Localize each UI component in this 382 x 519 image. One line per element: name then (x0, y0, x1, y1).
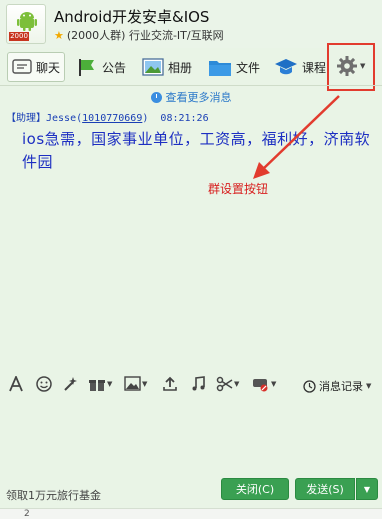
history-clock-icon (303, 379, 316, 393)
chat-icon (12, 59, 32, 74)
message-time: 08:21:26 (160, 113, 209, 124)
emoji-icon[interactable] (36, 376, 52, 392)
group-avatar[interactable]: 2000 (6, 4, 46, 44)
promo-link[interactable]: 领取1万元旅行基金 (6, 487, 101, 503)
tab-album[interactable]: 相册 (142, 52, 192, 82)
tab-album-label: 相册 (168, 60, 193, 75)
sender-role: 【助理】 (6, 113, 46, 124)
divider (0, 85, 382, 86)
image-dropdown-icon[interactable]: ▼ (142, 380, 147, 388)
send-options-button[interactable]: ▼ (356, 478, 378, 500)
shake-icon[interactable]: ▼ (252, 376, 276, 392)
tab-files[interactable]: 文件 (208, 52, 260, 82)
annotation-label: 群设置按钮 (208, 182, 269, 196)
album-icon (142, 58, 164, 76)
message-history-label: 消息记录 (319, 380, 363, 393)
font-icon[interactable] (8, 376, 24, 392)
image-icon[interactable]: ▼ (124, 376, 147, 391)
tab-course-label: 课程 (302, 60, 327, 75)
android-robot-icon (17, 12, 37, 31)
group-name[interactable]: Android开发安卓&IOS (54, 6, 209, 27)
shake-dropdown-icon[interactable]: ▼ (271, 380, 276, 388)
gift-icon[interactable]: ▼ (88, 376, 112, 392)
tab-files-label: 文件 (236, 60, 261, 75)
sender-name[interactable]: Jesse (46, 113, 76, 124)
sender-qq-link[interactable]: 1010770669 (82, 113, 142, 124)
group-chat-window: 2000 Android开发安卓&IOS ★ (2000人群) 行业交流-IT/… (0, 0, 382, 519)
avatar-badge: 2000 (9, 32, 29, 41)
clock-icon (150, 91, 162, 103)
magic-icon[interactable] (62, 376, 78, 392)
send-button[interactable]: 发送(S) (295, 478, 355, 500)
folder-icon (209, 61, 231, 76)
close-button[interactable]: 关闭(C) (221, 478, 289, 500)
course-icon (275, 59, 297, 75)
group-meta-text: (2000人群) 行业交流-IT/互联网 (66, 29, 224, 42)
announcement-icon (79, 59, 94, 76)
window-header: 2000 Android开发安卓&IOS ★ (2000人群) 行业交流-IT/… (0, 0, 382, 48)
gift-dropdown-icon[interactable]: ▼ (107, 380, 112, 388)
gear-icon (337, 56, 357, 76)
view-more-messages-label: 查看更多消息 (165, 91, 232, 104)
tab-announcement-label: 公告 (102, 60, 127, 75)
tab-bar: 聊天 公告 相册 文件 课程 (0, 50, 382, 84)
music-icon[interactable] (190, 376, 206, 392)
screenshot-icon[interactable]: ▼ (216, 376, 239, 392)
message-history-button[interactable]: 消息记录 ▼ (303, 378, 371, 394)
tab-course[interactable]: 课程 (274, 52, 326, 82)
group-meta: ★ (2000人群) 行业交流-IT/互联网 (54, 27, 224, 43)
history-dropdown-icon[interactable]: ▼ (366, 382, 371, 390)
settings-dropdown-icon[interactable]: ▼ (360, 62, 365, 70)
message-text: ios急需，国家事业单位，工资高，福利好，济南软件园 (22, 130, 371, 171)
bottom-number: 2 (24, 509, 30, 519)
view-more-messages-link[interactable]: 查看更多消息 (0, 89, 382, 105)
message-header: 【助理】Jesse(1010770669) 08:21:26 (6, 113, 209, 124)
upload-icon[interactable] (162, 376, 178, 392)
tab-announcement[interactable]: 公告 (76, 52, 126, 82)
tab-chat[interactable]: 聊天 (7, 52, 66, 82)
screenshot-dropdown-icon[interactable]: ▼ (234, 380, 239, 388)
tab-chat-label: 聊天 (36, 60, 61, 75)
star-icon: ★ (54, 28, 64, 42)
bottom-strip (0, 508, 382, 519)
group-settings-button[interactable]: ▼ (336, 55, 365, 77)
message-input[interactable] (0, 400, 382, 472)
